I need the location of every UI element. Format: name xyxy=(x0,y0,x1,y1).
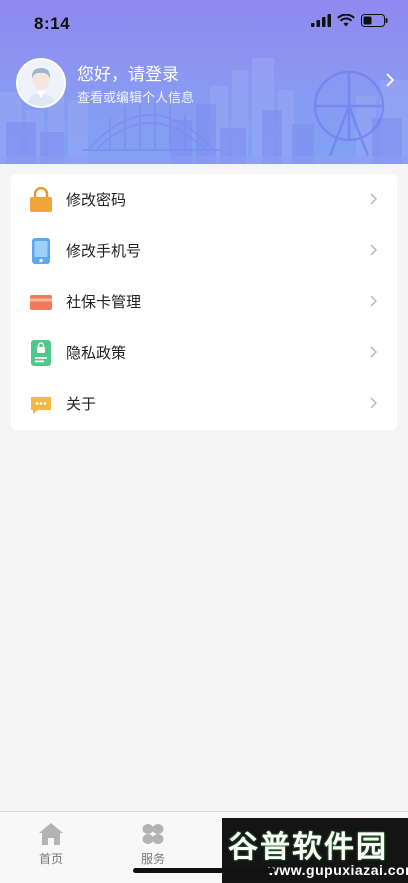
chat-icon xyxy=(31,397,51,414)
chevron-right-icon xyxy=(370,397,377,409)
menu-item-change-phone[interactable]: 修改手机号 xyxy=(11,225,397,276)
status-time: 8:14 xyxy=(34,14,71,33)
chevron-right-icon[interactable] xyxy=(386,73,394,87)
watermark-url: www.gupuxiazai.com xyxy=(268,862,408,878)
tab-label: 服务 xyxy=(140,852,165,866)
chevron-right-icon xyxy=(370,295,377,307)
menu-item-label: 修改手机号 xyxy=(66,242,142,260)
cellular-signal-icon xyxy=(311,14,331,27)
menu-item-label: 社保卡管理 xyxy=(66,293,142,311)
wifi-icon xyxy=(337,14,355,27)
menu-item-label: 修改密码 xyxy=(66,191,127,209)
home-icon xyxy=(39,823,63,845)
menu-item-privacy-policy[interactable]: 隐私政策 xyxy=(11,327,397,378)
menu-item-change-password[interactable]: 修改密码 xyxy=(11,174,397,225)
battery-icon xyxy=(361,14,388,27)
status-bar: 8:14 xyxy=(0,0,408,48)
tab-label: 首页 xyxy=(38,852,63,866)
privacy-icon xyxy=(31,340,51,366)
lock-icon xyxy=(30,187,52,212)
user-avatar-icon xyxy=(18,60,64,106)
home-indicator xyxy=(133,868,275,873)
login-profile-row[interactable]: 您好，请登录 查看或编辑个人信息 xyxy=(0,54,408,114)
menu-item-social-security-card[interactable]: 社保卡管理 xyxy=(11,276,397,327)
tab-services[interactable]: 服务 xyxy=(123,822,183,872)
settings-menu-card: 修改密码 修改手机号 社保卡管理 隐私政策 关于 xyxy=(11,174,397,430)
profile-header: 8:14 您好，请登录 查看或编辑个人信息 xyxy=(0,0,408,164)
chevron-right-icon xyxy=(370,244,377,256)
menu-item-label: 隐私政策 xyxy=(66,344,127,362)
phone-icon xyxy=(32,238,50,264)
avatar[interactable] xyxy=(16,58,66,108)
edit-profile-subtitle[interactable]: 查看或编辑个人信息 xyxy=(77,87,194,106)
watermark: 谷普软件园 www.gupuxiazai.com xyxy=(222,818,408,883)
chevron-right-icon xyxy=(370,346,377,358)
card-icon xyxy=(30,295,52,310)
services-icon xyxy=(142,824,164,844)
chevron-right-icon xyxy=(370,193,377,205)
menu-item-label: 关于 xyxy=(66,395,97,413)
status-icons xyxy=(311,14,388,27)
watermark-title: 谷普软件园 xyxy=(228,830,388,865)
tab-home[interactable]: 首页 xyxy=(21,822,81,872)
menu-item-about[interactable]: 关于 xyxy=(11,378,397,429)
login-prompt-title[interactable]: 您好，请登录 xyxy=(77,60,179,85)
